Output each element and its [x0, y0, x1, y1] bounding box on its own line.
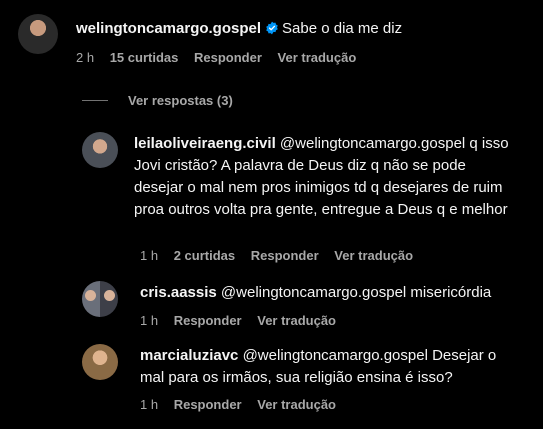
reply-3-translate-button[interactable]: Ver tradução [257, 397, 336, 412]
verified-badge-icon [266, 21, 278, 35]
reply-3-time: 1 h [140, 397, 159, 412]
main-comment-text: Sabe o dia me diz [282, 20, 403, 37]
reply-3-username[interactable]: marcialuziavc [140, 347, 238, 364]
main-comment-username[interactable]: welingtoncamargo.gospel [76, 20, 261, 37]
view-replies-button[interactable]: Ver respostas (3) [82, 92, 233, 108]
reply-2-reply-button[interactable]: Responder [174, 313, 242, 328]
reply-1-reply-button[interactable]: Responder [251, 248, 319, 263]
reply-2-translate-button[interactable]: Ver tradução [257, 313, 336, 328]
main-comment-time: 2 h [76, 50, 95, 65]
avatar-reply-3[interactable] [82, 344, 118, 380]
avatar-reply-1[interactable] [82, 132, 118, 168]
reply-2-time: 1 h [140, 313, 159, 328]
main-comment-likes[interactable]: 15 curtidas [110, 50, 179, 65]
avatar-main[interactable] [18, 14, 58, 54]
reply-3-meta: 1 h Responder Ver tradução [140, 397, 348, 412]
reply-1-meta: 1 h 2 curtidas Responder Ver tradução [140, 248, 425, 263]
reply-3-body: marcialuziavc @welingtoncamargo.gospel D… [140, 345, 524, 389]
main-comment-body: welingtoncamargo.gospel Sabe o dia me diz [76, 18, 526, 40]
replies-divider-line [82, 99, 108, 101]
reply-1-username[interactable]: leilaoliveiraeng.civil [134, 135, 276, 152]
main-comment-translate-button[interactable]: Ver tradução [278, 50, 357, 65]
reply-2-body: cris.aassis @welingtoncamargo.gospel mis… [140, 282, 530, 304]
reply-1-likes[interactable]: 2 curtidas [174, 248, 235, 263]
reply-2-meta: 1 h Responder Ver tradução [140, 313, 348, 328]
view-replies-label[interactable]: Ver respostas (3) [128, 93, 233, 108]
reply-1-time: 1 h [140, 248, 159, 263]
reply-1-body: leilaoliveiraeng.civil @welingtoncamargo… [134, 133, 518, 221]
main-comment-reply-button[interactable]: Responder [194, 50, 262, 65]
reply-3-reply-button[interactable]: Responder [174, 397, 242, 412]
avatar-reply-2[interactable] [82, 281, 118, 317]
reply-1-translate-button[interactable]: Ver tradução [334, 248, 413, 263]
reply-2-username[interactable]: cris.aassis [140, 284, 217, 301]
reply-2-text: @welingtoncamargo.gospel misericórdia [220, 284, 492, 301]
main-comment-meta: 2 h 15 curtidas Responder Ver tradução [76, 50, 368, 65]
